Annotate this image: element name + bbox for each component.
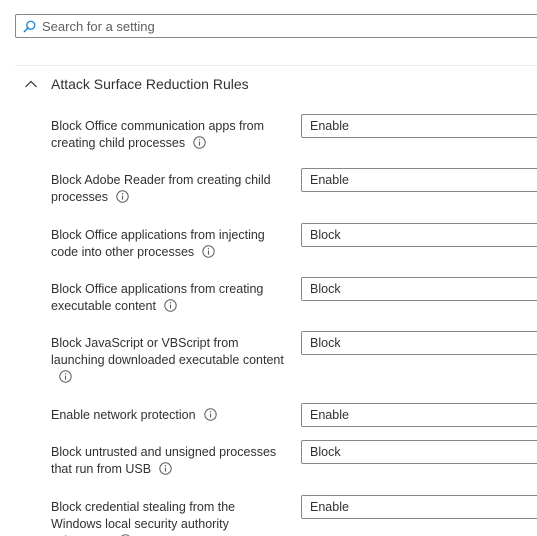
setting-dropdown-value: Block (310, 336, 341, 350)
setting-dropdown[interactable]: Enable (301, 114, 537, 138)
setting-dropdown-value: Block (310, 228, 341, 242)
info-icon[interactable] (116, 190, 129, 203)
setting-dropdown[interactable]: Block (301, 223, 537, 247)
setting-label-text: Block credential stealing from the Windo… (51, 500, 236, 536)
setting-dropdown[interactable]: Block (301, 331, 537, 355)
setting-label-block-office-communication-apps: Block Office communication apps from cre… (51, 118, 287, 152)
setting-label-text: Block Office communication apps from cre… (51, 119, 265, 150)
search-input[interactable] (42, 18, 502, 34)
search-box[interactable] (15, 14, 537, 38)
setting-label-text: Enable network protection (51, 408, 196, 422)
setting-label-text: Block Office applications from injecting… (51, 228, 265, 259)
setting-dropdown-value: Block (310, 282, 341, 296)
info-icon[interactable] (203, 408, 217, 421)
section-title: Attack Surface Reduction Rules (51, 76, 249, 92)
setting-label-text: Block JavaScript or VBScript from launch… (51, 336, 284, 367)
setting-dropdown[interactable]: Enable (301, 403, 537, 427)
setting-dropdown-value: Enable (310, 500, 349, 514)
info-icon[interactable] (202, 245, 215, 258)
setting-label-enable-network-protection: Enable network protection (51, 407, 287, 424)
info-icon[interactable] (164, 299, 177, 312)
chevron-up-icon[interactable] (24, 77, 38, 91)
section-divider (15, 65, 537, 66)
search-icon (22, 19, 36, 33)
setting-label-block-javascript-vbscript: Block JavaScript or VBScript from launch… (51, 335, 287, 386)
setting-dropdown[interactable]: Block (301, 277, 537, 301)
setting-dropdown-value: Block (310, 445, 341, 459)
setting-dropdown[interactable]: Enable (301, 168, 537, 192)
section-header-attack-surface-reduction[interactable]: Attack Surface Reduction Rules (24, 73, 249, 95)
setting-dropdown[interactable]: Enable (301, 495, 537, 519)
setting-dropdown-value: Enable (310, 119, 349, 133)
setting-dropdown-value: Enable (310, 173, 349, 187)
setting-label-text: Block Office applications from creating … (51, 282, 264, 313)
setting-label-block-untrusted-usb: Block untrusted and unsigned processes t… (51, 444, 287, 478)
setting-dropdown-value: Enable (310, 408, 349, 422)
info-icon[interactable] (193, 136, 206, 149)
setting-label-block-adobe-reader: Block Adobe Reader from creating child p… (51, 172, 287, 206)
setting-label-text: Block Adobe Reader from creating child p… (51, 173, 271, 204)
setting-dropdown[interactable]: Block (301, 440, 537, 464)
setting-label-block-office-executable-content: Block Office applications from creating … (51, 281, 287, 315)
setting-label-block-credential-stealing: Block credential stealing from the Windo… (51, 499, 287, 536)
info-icon[interactable] (159, 462, 172, 475)
info-icon[interactable] (59, 370, 72, 383)
settings-page: Attack Surface Reduction Rules Block Off… (0, 0, 537, 536)
setting-label-block-office-injecting-code: Block Office applications from injecting… (51, 227, 287, 261)
